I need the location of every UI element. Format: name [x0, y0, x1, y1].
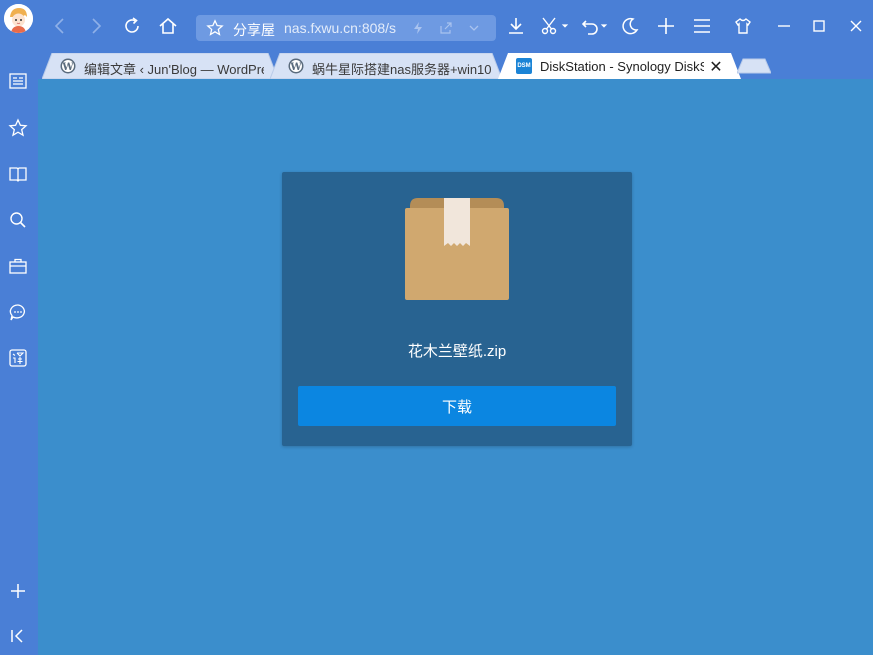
screenshot-dropdown[interactable]	[560, 14, 570, 38]
package-box-icon	[405, 198, 509, 300]
svg-text:W: W	[289, 62, 302, 73]
plus-icon	[11, 584, 25, 598]
address-bar[interactable]: 分享屋 nas.fxwu.cn:808/s	[196, 15, 496, 41]
tab-wordpress-editor[interactable]: W 编辑文章 ‹ Jun'Blog — WordPre	[42, 53, 278, 79]
sidebar	[0, 50, 38, 655]
back-arrow-icon	[54, 18, 64, 34]
wordpress-icon: W	[288, 58, 304, 74]
tshirt-icon	[735, 18, 751, 34]
skin-button[interactable]	[731, 14, 755, 38]
briefcase-icon	[9, 258, 27, 274]
file-download-card: 花木兰壁纸.zip 下载	[282, 172, 632, 446]
scissors-icon	[541, 17, 557, 35]
sidebar-news-button[interactable]	[7, 70, 29, 92]
sidebar-chat-button[interactable]	[7, 301, 29, 323]
sidebar-translate-button[interactable]	[7, 347, 29, 369]
dsm-icon: DSM	[516, 58, 532, 74]
menu-button[interactable]	[690, 14, 714, 38]
close-window-button[interactable]	[844, 14, 868, 38]
avatar-image	[4, 4, 33, 33]
screenshot-button[interactable]	[538, 14, 562, 38]
tab-strip: W 编辑文章 ‹ Jun'Blog — WordPre W 蜗牛星际搭建nas服…	[38, 50, 873, 79]
sidebar-reader-button[interactable]	[7, 163, 29, 185]
sidebar-favorites-button[interactable]	[7, 117, 29, 139]
share-icon[interactable]	[439, 21, 453, 35]
close-icon	[850, 20, 862, 32]
file-name: 花木兰壁纸.zip	[407, 343, 507, 360]
wordpress-icon: W	[60, 58, 76, 74]
translate-icon	[9, 349, 27, 367]
browser-toolbar: 分享屋 nas.fxwu.cn:808/s	[0, 0, 873, 50]
home-icon	[159, 17, 177, 34]
chevron-down-icon[interactable]	[467, 21, 481, 35]
bookmark-star-icon[interactable]	[206, 19, 224, 37]
caret-down-icon	[561, 24, 569, 28]
chat-bubble-icon	[9, 304, 25, 321]
maximize-icon	[813, 20, 825, 32]
undo-dropdown[interactable]	[599, 14, 609, 38]
caret-down-icon	[600, 24, 608, 28]
address-site-name: 分享屋	[233, 22, 275, 38]
download-icon	[509, 18, 523, 34]
undo-icon	[581, 20, 598, 35]
sidebar-collapse-button[interactable]	[7, 625, 29, 647]
lightning-icon[interactable]	[411, 21, 425, 35]
downloads-button[interactable]	[504, 14, 528, 38]
address-url[interactable]: nas.fxwu.cn:808/s	[284, 20, 396, 36]
refresh-icon	[125, 17, 139, 33]
collapse-left-icon	[11, 629, 23, 643]
news-feed-icon	[9, 73, 27, 89]
sidebar-search-button[interactable]	[7, 209, 29, 231]
refresh-button[interactable]	[120, 14, 144, 38]
maximize-button[interactable]	[807, 14, 831, 38]
forward-arrow-icon	[92, 18, 102, 34]
tab-nas-article[interactable]: W 蜗牛星际搭建nas服务器+win10下	[270, 53, 502, 79]
book-icon	[9, 167, 27, 182]
plus-icon	[658, 18, 674, 34]
sidebar-add-button[interactable]	[7, 580, 29, 602]
search-icon	[10, 212, 26, 228]
tab-label: DiskStation - Synology DiskS	[540, 59, 704, 74]
download-button[interactable]: 下载	[298, 386, 616, 426]
moon-icon	[622, 17, 639, 35]
tab-diskstation[interactable]: DSM DiskStation - Synology DiskS ✕	[498, 53, 741, 79]
sidebar-toolbox-button[interactable]	[7, 255, 29, 277]
back-button[interactable]	[48, 14, 72, 38]
minimize-button[interactable]	[772, 14, 796, 38]
tab-label: 蜗牛星际搭建nas服务器+win10下	[312, 62, 492, 77]
new-tab-shape	[737, 58, 771, 74]
night-mode-button[interactable]	[618, 14, 642, 38]
forward-button[interactable]	[84, 14, 108, 38]
page-content: 花木兰壁纸.zip 下载	[38, 79, 873, 655]
new-tab-stub[interactable]	[737, 53, 771, 79]
svg-text:W: W	[61, 62, 74, 73]
new-tab-button[interactable]	[654, 14, 678, 38]
home-button[interactable]	[156, 14, 180, 38]
tab-label: 编辑文章 ‹ Jun'Blog — WordPre	[84, 62, 264, 77]
minimize-icon	[778, 25, 790, 27]
avatar[interactable]	[4, 4, 33, 33]
close-tab-icon[interactable]: ✕	[708, 57, 724, 77]
star-icon	[8, 118, 28, 137]
hamburger-menu-icon	[694, 19, 710, 33]
